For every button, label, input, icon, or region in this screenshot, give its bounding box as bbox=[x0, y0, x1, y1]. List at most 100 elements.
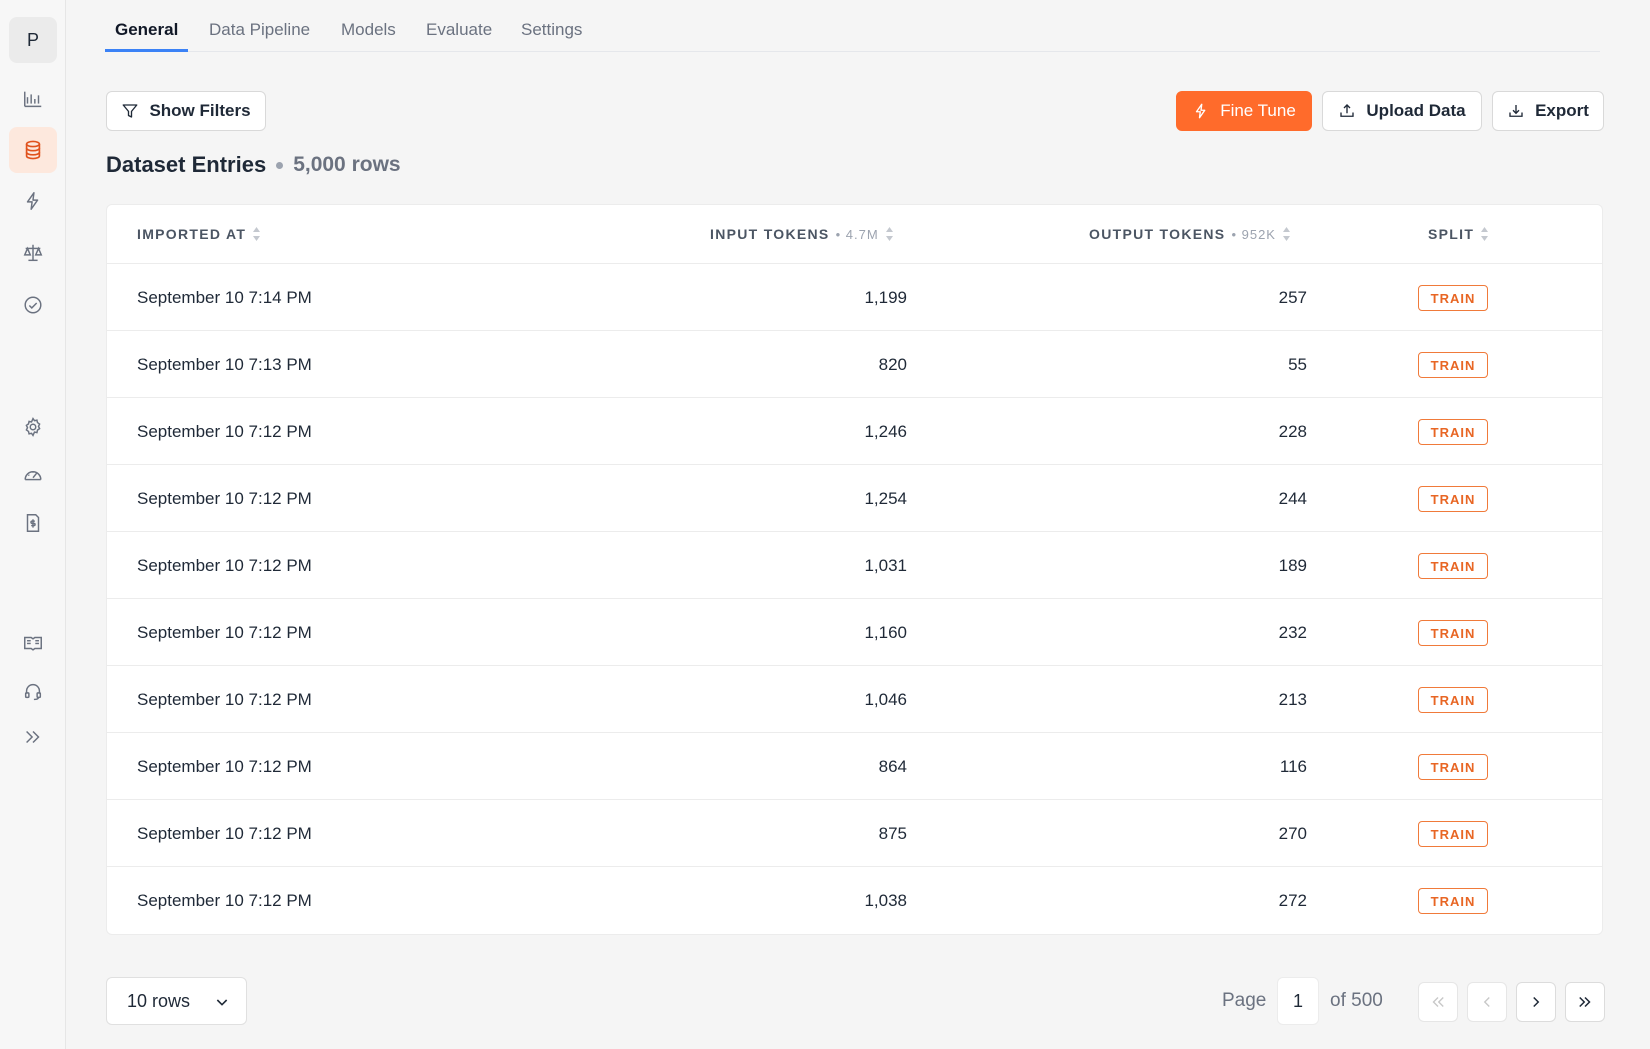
headset-icon[interactable] bbox=[9, 668, 57, 714]
split-badge: TRAIN bbox=[1418, 285, 1488, 311]
page-number-input[interactable]: 1 bbox=[1277, 977, 1319, 1025]
next-page-button[interactable] bbox=[1516, 982, 1556, 1022]
tab-bar: General Data Pipeline Models Evaluate Se… bbox=[105, 0, 1600, 52]
sort-icon[interactable] bbox=[885, 226, 894, 242]
page-total: of 500 bbox=[1330, 990, 1383, 1011]
bolt-icon[interactable] bbox=[9, 178, 57, 224]
output-tokens-cell: 228 bbox=[1278, 422, 1307, 441]
output-tokens-cell: 116 bbox=[1279, 757, 1307, 776]
page-label: Page bbox=[1222, 990, 1267, 1011]
column-split[interactable]: SPLIT bbox=[1428, 226, 1489, 242]
tab-models[interactable]: Models bbox=[331, 20, 406, 52]
imported-at-cell: September 10 7:12 PM bbox=[137, 757, 312, 776]
imported-at-cell: September 10 7:12 PM bbox=[137, 422, 312, 441]
split-badge: TRAIN bbox=[1418, 419, 1488, 445]
table-row[interactable]: September 10 7:12 PM 1,031 189 TRAIN bbox=[107, 532, 1602, 599]
tab-evaluate[interactable]: Evaluate bbox=[416, 20, 502, 52]
input-tokens-cell: 820 bbox=[878, 355, 907, 374]
double-chevron-right-icon[interactable] bbox=[9, 714, 57, 760]
input-tokens-cell: 864 bbox=[878, 757, 907, 776]
book-icon[interactable] bbox=[9, 620, 57, 666]
imported-at-cell: September 10 7:14 PM bbox=[137, 288, 312, 307]
tab-general[interactable]: General bbox=[105, 20, 189, 52]
bolt-icon bbox=[1196, 103, 1206, 119]
fine-tune-label: Fine Tune bbox=[1220, 101, 1296, 120]
output-tokens-total: • 952K bbox=[1231, 226, 1276, 242]
gear-icon[interactable] bbox=[9, 404, 57, 450]
upload-data-label: Upload Data bbox=[1366, 101, 1466, 120]
filter-icon bbox=[123, 104, 138, 118]
table-row[interactable]: September 10 7:12 PM 1,246 228 TRAIN bbox=[107, 398, 1602, 465]
export-label: Export bbox=[1535, 101, 1589, 120]
split-badge: TRAIN bbox=[1418, 352, 1488, 378]
column-output-tokens[interactable]: OUTPUT TOKENS • 952K bbox=[1089, 226, 1291, 242]
table-row[interactable]: September 10 7:12 PM 864 116 TRAIN bbox=[107, 733, 1602, 800]
sidebar: P bbox=[0, 0, 66, 1049]
show-filters-button[interactable]: Show Filters bbox=[106, 91, 266, 131]
table-row[interactable]: September 10 7:12 PM 1,160 232 TRAIN bbox=[107, 599, 1602, 666]
check-circle-icon[interactable] bbox=[9, 282, 57, 328]
sort-icon[interactable] bbox=[252, 226, 261, 242]
double-chevron-right-icon bbox=[1579, 996, 1591, 1008]
upload-icon bbox=[1340, 104, 1355, 117]
input-tokens-cell: 1,254 bbox=[864, 489, 907, 508]
tab-data-pipeline[interactable]: Data Pipeline bbox=[199, 20, 320, 52]
output-tokens-cell: 232 bbox=[1278, 623, 1307, 642]
database-icon[interactable] bbox=[9, 127, 57, 173]
table-row[interactable]: September 10 7:12 PM 1,046 213 TRAIN bbox=[107, 666, 1602, 733]
table-row[interactable]: September 10 7:12 PM 875 270 TRAIN bbox=[107, 800, 1602, 867]
column-imported-at[interactable]: IMPORTED AT bbox=[137, 226, 261, 242]
export-button[interactable]: Export bbox=[1492, 91, 1604, 131]
scale-icon[interactable] bbox=[9, 230, 57, 276]
table-row[interactable]: September 10 7:13 PM 820 55 TRAIN bbox=[107, 331, 1602, 398]
split-badge: TRAIN bbox=[1418, 754, 1488, 780]
table-header: IMPORTED AT INPUT TOKENS • 4.7M OUTPUT T… bbox=[107, 205, 1602, 264]
download-icon bbox=[1509, 105, 1523, 117]
imported-at-cell: September 10 7:13 PM bbox=[137, 355, 312, 374]
split-badge: TRAIN bbox=[1418, 620, 1488, 646]
split-badge: TRAIN bbox=[1418, 486, 1488, 512]
input-tokens-cell: 1,160 bbox=[864, 623, 907, 642]
split-badge: TRAIN bbox=[1418, 687, 1488, 713]
invoice-icon[interactable] bbox=[9, 500, 57, 546]
tab-settings[interactable]: Settings bbox=[511, 20, 592, 52]
first-page-button[interactable] bbox=[1418, 982, 1458, 1022]
table-row[interactable]: September 10 7:14 PM 1,199 257 TRAIN bbox=[107, 264, 1602, 331]
previous-page-button[interactable] bbox=[1467, 982, 1507, 1022]
output-tokens-cell: 189 bbox=[1278, 556, 1307, 575]
output-tokens-cell: 244 bbox=[1278, 489, 1307, 508]
output-tokens-cell: 213 bbox=[1278, 690, 1307, 709]
output-tokens-cell: 270 bbox=[1278, 824, 1307, 843]
table-row[interactable]: September 10 7:12 PM 1,038 272 TRAIN bbox=[107, 867, 1602, 934]
project-avatar[interactable]: P bbox=[9, 17, 57, 63]
last-page-button[interactable] bbox=[1565, 982, 1605, 1022]
sort-icon[interactable] bbox=[1480, 226, 1489, 242]
bar-chart-icon[interactable] bbox=[9, 76, 57, 122]
column-label: OUTPUT TOKENS bbox=[1089, 226, 1226, 242]
separator-dot bbox=[276, 161, 284, 169]
output-tokens-cell: 55 bbox=[1288, 355, 1307, 374]
double-chevron-left-icon bbox=[1432, 997, 1444, 1007]
input-tokens-total: • 4.7M bbox=[835, 226, 879, 242]
upload-data-button[interactable]: Upload Data bbox=[1322, 91, 1482, 131]
input-tokens-cell: 1,031 bbox=[864, 556, 907, 575]
sort-icon[interactable] bbox=[1282, 226, 1291, 242]
table-row[interactable]: September 10 7:12 PM 1,254 244 TRAIN bbox=[107, 465, 1602, 532]
column-input-tokens[interactable]: INPUT TOKENS • 4.7M bbox=[710, 226, 894, 242]
input-tokens-cell: 1,246 bbox=[864, 422, 907, 441]
column-label: IMPORTED AT bbox=[137, 226, 247, 242]
imported-at-cell: September 10 7:12 PM bbox=[137, 489, 312, 508]
fine-tune-button[interactable]: Fine Tune bbox=[1176, 91, 1312, 131]
chevron-right-icon bbox=[1533, 996, 1540, 1008]
input-tokens-cell: 1,199 bbox=[864, 288, 907, 307]
chevron-down-icon bbox=[216, 999, 228, 1006]
imported-at-cell: September 10 7:12 PM bbox=[137, 623, 312, 642]
rows-per-page-select[interactable]: 10 rows bbox=[106, 977, 247, 1025]
output-tokens-cell: 257 bbox=[1278, 288, 1307, 307]
gauge-icon[interactable] bbox=[9, 452, 57, 498]
column-label: INPUT TOKENS bbox=[710, 226, 830, 242]
imported-at-cell: September 10 7:12 PM bbox=[137, 891, 312, 910]
rows-per-page-value: 10 rows bbox=[127, 990, 191, 1011]
split-badge: TRAIN bbox=[1418, 553, 1488, 579]
output-tokens-cell: 272 bbox=[1278, 891, 1307, 910]
